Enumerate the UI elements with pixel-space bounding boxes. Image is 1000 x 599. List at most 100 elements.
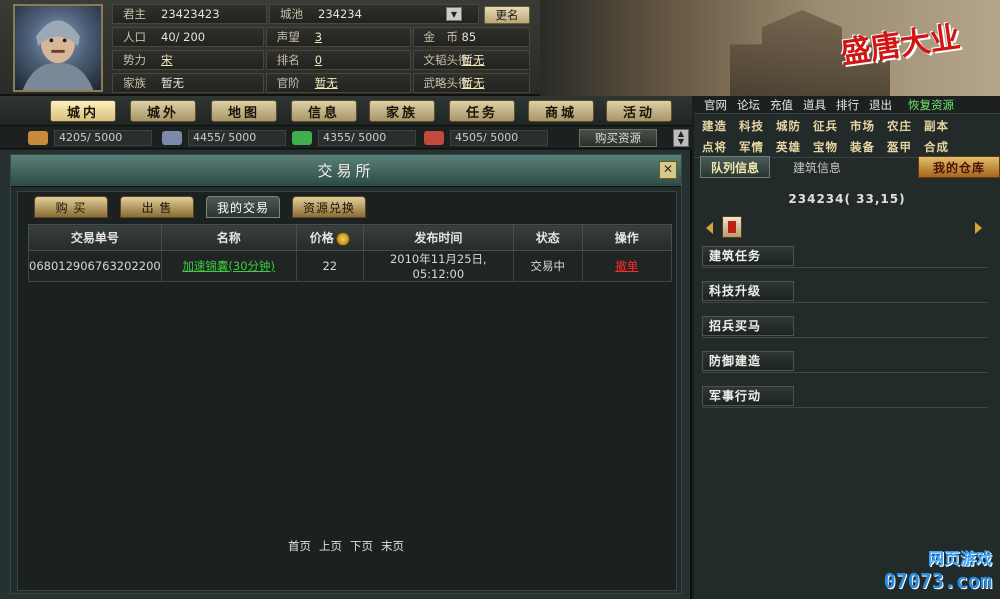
next-city-icon[interactable] xyxy=(975,222,982,234)
food-value: 4505/ 5000 xyxy=(450,130,548,146)
link-restore-resources[interactable]: 恢复资源 xyxy=(908,97,954,113)
func-generals[interactable]: 点将 xyxy=(702,139,739,158)
prestige-value[interactable]: 3 xyxy=(311,30,326,44)
lord-avatar[interactable] xyxy=(13,4,103,92)
civil-title-value[interactable]: 暂无 xyxy=(458,52,489,68)
lord-label: 君主 xyxy=(123,7,146,21)
tab-resource-exchange[interactable]: 资源兑换 xyxy=(292,196,366,218)
military-title-label: 武略头衔 xyxy=(423,76,470,90)
top-header: 君主 23423423 城池 234234 ▼ 人口 40/ 200 声望 3 … xyxy=(0,0,1000,96)
item-name-link[interactable]: 加速锦囊(30分钟) xyxy=(160,250,297,282)
func-intel[interactable]: 军情 xyxy=(739,139,776,158)
rank-value[interactable]: 0 xyxy=(311,53,326,67)
rank-label: 排名 xyxy=(276,53,300,67)
lord-value: 23423423 xyxy=(161,7,220,21)
task-building[interactable]: 建筑任务 xyxy=(702,246,794,266)
func-treasure[interactable]: 宝物 xyxy=(813,139,850,158)
func-dungeon[interactable]: 副本 xyxy=(924,118,961,137)
food-icon xyxy=(424,131,444,145)
faction-value[interactable]: 宋 xyxy=(157,52,177,68)
family-label: 家族 xyxy=(123,76,146,90)
iron-value: 4455/ 5000 xyxy=(188,130,286,146)
last-page-link[interactable]: 末页 xyxy=(381,538,404,554)
first-page-link[interactable]: 首页 xyxy=(288,538,311,554)
task-item: 科技升级 xyxy=(702,281,988,303)
gold-label: 金 币 xyxy=(423,30,459,44)
wood-icon xyxy=(28,131,48,145)
tab-my-trades[interactable]: 我的交易 xyxy=(206,196,280,218)
link-forum[interactable]: 论坛 xyxy=(737,97,760,113)
main-nav: 城内 城外 地图 信息 家族 任务 商城 活动 xyxy=(0,96,692,126)
nav-map[interactable]: 地图 xyxy=(211,100,277,122)
task-defense-build[interactable]: 防御建造 xyxy=(702,351,794,371)
cancel-order-link[interactable]: 撤单 xyxy=(581,250,673,282)
prev-city-icon[interactable] xyxy=(706,222,713,234)
lord-info-grid: 君主 23423423 城池 234234 ▼ 人口 40/ 200 声望 3 … xyxy=(112,4,532,96)
nav-events[interactable]: 活动 xyxy=(606,100,672,122)
close-icon[interactable]: ✕ xyxy=(659,161,677,179)
nav-city-outer[interactable]: 城外 xyxy=(130,100,196,122)
task-item: 军事行动 xyxy=(702,386,988,408)
population-cell: 人口 40/ 200 xyxy=(112,27,264,47)
func-farm[interactable]: 农庄 xyxy=(887,118,924,137)
link-recharge[interactable]: 充值 xyxy=(770,97,793,113)
population-label: 人口 xyxy=(123,30,146,44)
tab-building-info[interactable]: 建筑信息 xyxy=(782,156,852,178)
func-defense[interactable]: 城防 xyxy=(776,118,813,137)
func-recruit[interactable]: 征兵 xyxy=(813,118,850,137)
lord-name-cell: 君主 23423423 xyxy=(112,4,267,24)
task-tech-upgrade[interactable]: 科技升级 xyxy=(702,281,794,301)
task-item: 防御建造 xyxy=(702,351,988,373)
nav-quest[interactable]: 任务 xyxy=(449,100,515,122)
func-equipment[interactable]: 装备 xyxy=(850,139,887,158)
herb-value: 4355/ 5000 xyxy=(318,130,416,146)
military-title-value[interactable]: 暂无 xyxy=(458,75,489,91)
civil-title-cell: 文韬头衔 暂无 xyxy=(412,50,530,70)
task-military[interactable]: 军事行动 xyxy=(702,386,794,406)
tab-queue-info[interactable]: 队列信息 xyxy=(700,156,770,178)
city-dropdown-icon[interactable]: ▼ xyxy=(446,7,462,21)
func-build[interactable]: 建造 xyxy=(702,118,739,137)
tab-buy[interactable]: 购 买 xyxy=(34,196,108,218)
my-warehouse-button[interactable]: 我的仓库 xyxy=(918,156,1000,178)
col-time: 发布时间 xyxy=(362,224,514,251)
warrior-portrait-icon xyxy=(22,20,94,90)
buy-resources-button[interactable]: 购买资源 xyxy=(579,129,657,147)
city-flag-icon[interactable] xyxy=(722,216,742,238)
iron-icon xyxy=(162,131,182,145)
tab-sell[interactable]: 出 售 xyxy=(120,196,194,218)
func-armor[interactable]: 盔甲 xyxy=(887,139,924,158)
nav-info[interactable]: 信息 xyxy=(291,100,357,122)
link-ranking[interactable]: 排行 xyxy=(836,97,859,113)
resource-food: 4505/ 5000 xyxy=(424,129,548,147)
nav-family[interactable]: 家族 xyxy=(369,100,435,122)
link-logout[interactable]: 退出 xyxy=(869,97,892,113)
link-official[interactable]: 官网 xyxy=(704,97,727,113)
nav-shop[interactable]: 商城 xyxy=(528,100,594,122)
task-recruit[interactable]: 招兵买马 xyxy=(702,316,794,336)
gold-cell: 金 币 85 xyxy=(412,27,530,47)
func-heroes[interactable]: 英雄 xyxy=(776,139,813,158)
official-rank-value[interactable]: 暂无 xyxy=(311,75,342,91)
func-market[interactable]: 市场 xyxy=(850,118,887,137)
official-rank-label: 官阶 xyxy=(276,76,300,90)
prestige-cell: 声望 3 xyxy=(265,27,411,47)
right-sub-tabs: 队列信息 建筑信息 我的仓库 xyxy=(700,156,1000,180)
nav-city-inner[interactable]: 城内 xyxy=(50,100,116,122)
exchange-title: 交易所 xyxy=(11,155,681,187)
scroll-updown-icon[interactable]: ▲ ▼ xyxy=(673,129,689,147)
family-value: 暂无 xyxy=(161,76,184,90)
func-craft[interactable]: 合成 xyxy=(924,139,961,158)
resource-iron: 4455/ 5000 xyxy=(162,129,286,147)
col-price: 价格 xyxy=(295,224,364,251)
prev-page-link[interactable]: 上页 xyxy=(319,538,342,554)
next-page-link[interactable]: 下页 xyxy=(350,538,373,554)
main-panel: 交易所 ✕ 购 买 出 售 我的交易 资源兑换 交易单号 名称 价格 发布时间 … xyxy=(0,150,692,599)
link-items[interactable]: 道具 xyxy=(803,97,826,113)
func-tech[interactable]: 科技 xyxy=(739,118,776,137)
task-item: 建筑任务 xyxy=(702,246,988,268)
task-item: 招兵买马 xyxy=(702,316,988,338)
game-logo: 盛唐大业 xyxy=(838,19,963,72)
rename-button[interactable]: 更名 xyxy=(484,6,530,24)
city-coordinates: 234234( 33,15) xyxy=(788,192,906,206)
